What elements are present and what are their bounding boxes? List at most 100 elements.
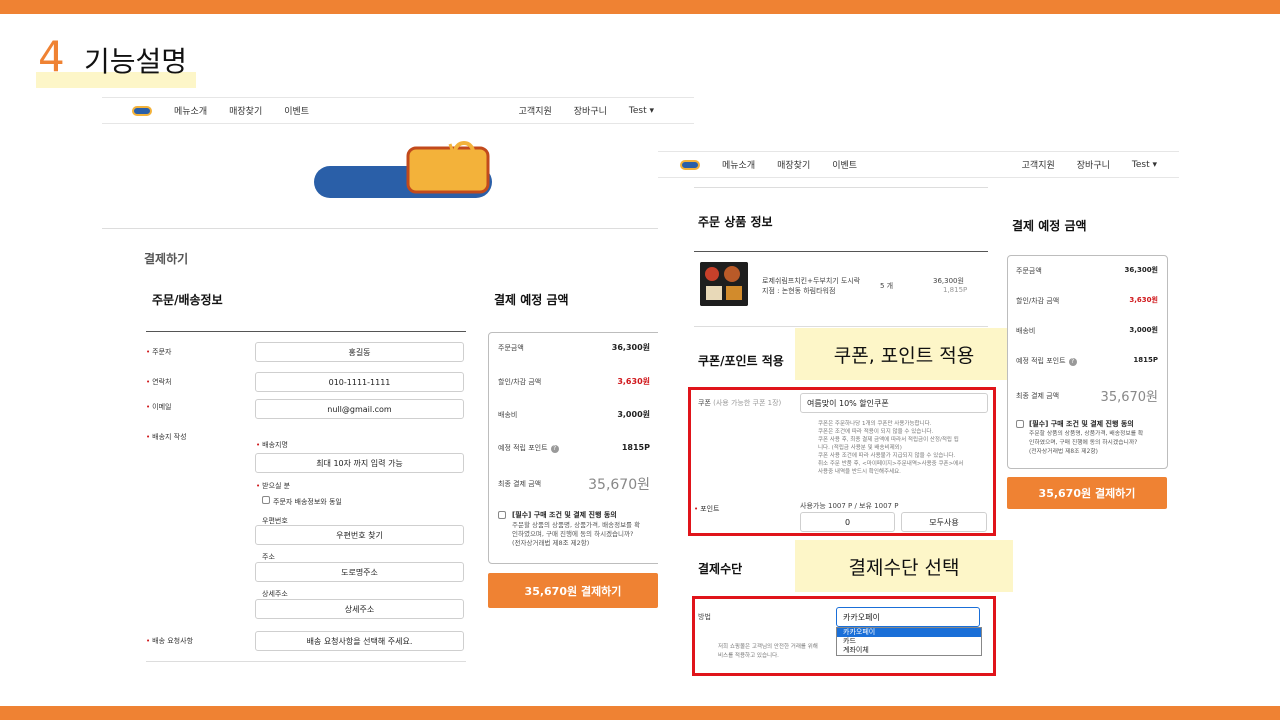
phone-label: • 연락처 bbox=[146, 378, 172, 386]
right-navbar: 메뉴소개 매장찾기 이벤트 고객지원 장바구니 Test ▾ bbox=[658, 151, 1179, 178]
payment-callout: 결제수단 선택 bbox=[795, 540, 1013, 592]
summary-row-label: 예정 적립 포인트? bbox=[498, 443, 559, 453]
nav-events[interactable]: 이벤트 bbox=[284, 104, 309, 117]
top-divider bbox=[694, 187, 988, 188]
summary-row-label: 예정 적립 포인트? bbox=[1016, 356, 1077, 366]
order-info-divider bbox=[146, 331, 466, 332]
summary-row-value: 1815P bbox=[1133, 356, 1158, 364]
product-end-divider bbox=[694, 326, 988, 327]
slide-number: 4 bbox=[38, 32, 65, 81]
total-label: 최종 결제 금액 bbox=[498, 480, 542, 488]
address-section-label: • 배송지 작성 bbox=[146, 433, 187, 441]
dropdown-option[interactable]: 카카오페이 bbox=[837, 628, 981, 637]
agree-text: 주문할 상품의 상품명, 상품가격, 배송정보를 확 인하였으며, 구매 진행에… bbox=[1029, 431, 1144, 455]
summary-row-label: 주문금액 bbox=[498, 344, 524, 352]
nav-cart[interactable]: 장바구니 bbox=[1077, 158, 1110, 171]
summary-heading-left: 결제 예정 금액 bbox=[494, 293, 569, 307]
order-info-end-divider bbox=[146, 661, 466, 662]
nav-menu-intro[interactable]: 메뉴소개 bbox=[722, 158, 755, 171]
summary-row-value: 3,000원 bbox=[617, 410, 650, 419]
order-info-heading: 주문/배송정보 bbox=[152, 293, 223, 307]
addr-label: 주소 bbox=[262, 553, 275, 561]
summary-row-value: 3,630원 bbox=[617, 377, 650, 386]
address-name-input[interactable]: 최대 10자 까지 입력 가능 bbox=[255, 453, 464, 473]
agree-title: [필수] 구매 조건 및 결제 진행 동의 bbox=[512, 511, 617, 519]
total-label: 최종 결제 금액 bbox=[1016, 392, 1060, 400]
nav-support[interactable]: 고객지원 bbox=[519, 104, 552, 117]
coupon-heading: 쿠폰/포인트 적용 bbox=[698, 354, 784, 368]
product-store: 지점 : 논현동 하림타워점 bbox=[762, 287, 836, 295]
site-logo-small[interactable] bbox=[680, 159, 700, 170]
top-accent-bar bbox=[0, 0, 1280, 14]
bottom-accent-bar bbox=[0, 706, 1280, 720]
payment-heading: 결제수단 bbox=[698, 562, 743, 576]
pay-button-left[interactable]: 35,670원 결제하기 bbox=[488, 573, 658, 608]
payment-footer-text: 저희 쇼핑몰은 고객님의 안전한 거래를 위해 비스를 적용하고 있습니다. bbox=[718, 644, 818, 659]
slide-title: 기능설명 bbox=[84, 45, 188, 78]
summary-row-label: 할인/차감 금액 bbox=[498, 378, 542, 386]
agree-checkbox[interactable] bbox=[1016, 420, 1024, 428]
coupon-notes: 쿠폰은 주문하나당 1개의 쿠폰만 사용가능합니다. 쿠폰은 조건에 따라 적용… bbox=[818, 421, 964, 475]
agree-text: 주문할 상품의 상품명, 상품가격, 배송정보를 확 인하였으며, 구매 진행에… bbox=[512, 521, 641, 547]
delivery-request-select[interactable]: 배송 요청사항을 선택해 주세요. bbox=[255, 631, 464, 651]
nav-store-finder[interactable]: 매장찾기 bbox=[777, 158, 810, 171]
orderer-input[interactable]: 홍길동 bbox=[255, 342, 464, 362]
dropdown-option[interactable]: 카드 bbox=[837, 637, 981, 646]
nav-store-finder[interactable]: 매장찾기 bbox=[229, 104, 262, 117]
phone-input[interactable]: 010-1111-1111 bbox=[255, 372, 464, 392]
address-name-label: • 배송지명 bbox=[256, 441, 288, 449]
nav-user-menu[interactable]: Test ▾ bbox=[1132, 160, 1157, 170]
nav-cart[interactable]: 장바구니 bbox=[574, 104, 607, 117]
product-name: 로제쉬림프치킨+두부치기 도시락 bbox=[762, 277, 861, 285]
nav-events[interactable]: 이벤트 bbox=[832, 158, 857, 171]
email-input[interactable]: null@gmail.com bbox=[255, 399, 464, 419]
same-as-orderer-checkbox[interactable] bbox=[262, 496, 270, 504]
request-label: • 배송 요청사항 bbox=[146, 637, 194, 645]
coupon-callout: 쿠폰, 포인트 적용 bbox=[795, 328, 1013, 380]
pay-button-right[interactable]: 35,670원 결제하기 bbox=[1007, 477, 1167, 509]
addr-detail-label: 상세주소 bbox=[262, 590, 288, 598]
product-points: 1,815P bbox=[943, 286, 968, 294]
product-qty: 5 개 bbox=[880, 282, 894, 290]
point-input[interactable]: 0 bbox=[800, 512, 895, 532]
total-value: 35,670원 bbox=[588, 477, 650, 493]
help-icon[interactable]: ? bbox=[550, 445, 559, 453]
summary-row-label: 할인/차감 금액 bbox=[1016, 297, 1060, 305]
brand-logo bbox=[314, 141, 492, 198]
summary-row-label: 주문금액 bbox=[1016, 267, 1042, 275]
checkout-title: 결제하기 bbox=[144, 252, 189, 266]
summary-heading-right: 결제 예정 금액 bbox=[1012, 219, 1087, 233]
payment-method-select[interactable]: 카카오페이 bbox=[836, 607, 980, 627]
header-divider bbox=[102, 228, 658, 229]
nav-menu-intro[interactable]: 메뉴소개 bbox=[174, 104, 207, 117]
summary-row-value: 3,630원 bbox=[1129, 296, 1158, 304]
product-image bbox=[700, 262, 748, 306]
summary-row-value: 36,300원 bbox=[1124, 266, 1158, 274]
point-label: • 포인트 bbox=[694, 505, 720, 513]
product-divider bbox=[694, 251, 988, 252]
nav-support[interactable]: 고객지원 bbox=[1022, 158, 1055, 171]
dropdown-option[interactable]: 계좌이체 bbox=[837, 646, 981, 655]
total-value: 35,670원 bbox=[1100, 390, 1158, 405]
nav-user-menu[interactable]: Test ▾ bbox=[629, 106, 654, 116]
product-heading: 주문 상품 정보 bbox=[698, 215, 773, 229]
summary-row-label: 배송비 bbox=[498, 411, 518, 419]
zip-search-button[interactable]: 우편번호 찾기 bbox=[255, 525, 464, 545]
coupon-label: 쿠폰 (사용 가능한 쿠폰 1장) bbox=[698, 399, 782, 407]
payment-method-label: 방법 bbox=[698, 613, 711, 621]
agree-title: [필수] 구매 조건 및 결제 진행 동의 bbox=[1029, 420, 1134, 428]
point-availability: 사용가능 1007 P / 보유 1007 P bbox=[800, 502, 899, 510]
summary-row-label: 배송비 bbox=[1016, 327, 1036, 335]
site-logo-small[interactable] bbox=[132, 105, 152, 116]
coupon-select[interactable]: 여름맞이 10% 할인쿠폰 bbox=[800, 393, 988, 413]
road-address-input[interactable]: 도로명주소 bbox=[255, 562, 464, 582]
use-all-points-button[interactable]: 모두사용 bbox=[901, 512, 987, 532]
product-price: 36,300원 bbox=[933, 277, 964, 285]
address-detail-input[interactable]: 상세주소 bbox=[255, 599, 464, 619]
recipient-label: • 받으실 분 bbox=[256, 482, 291, 490]
payment-method-dropdown: 카카오페이 카드 계좌이체 bbox=[836, 627, 982, 656]
summary-row-value: 3,000원 bbox=[1129, 326, 1158, 334]
agree-checkbox[interactable] bbox=[498, 511, 506, 519]
same-as-orderer-label: 주문자 배송정보와 동일 bbox=[273, 498, 342, 506]
email-label: • 이메일 bbox=[146, 403, 172, 411]
